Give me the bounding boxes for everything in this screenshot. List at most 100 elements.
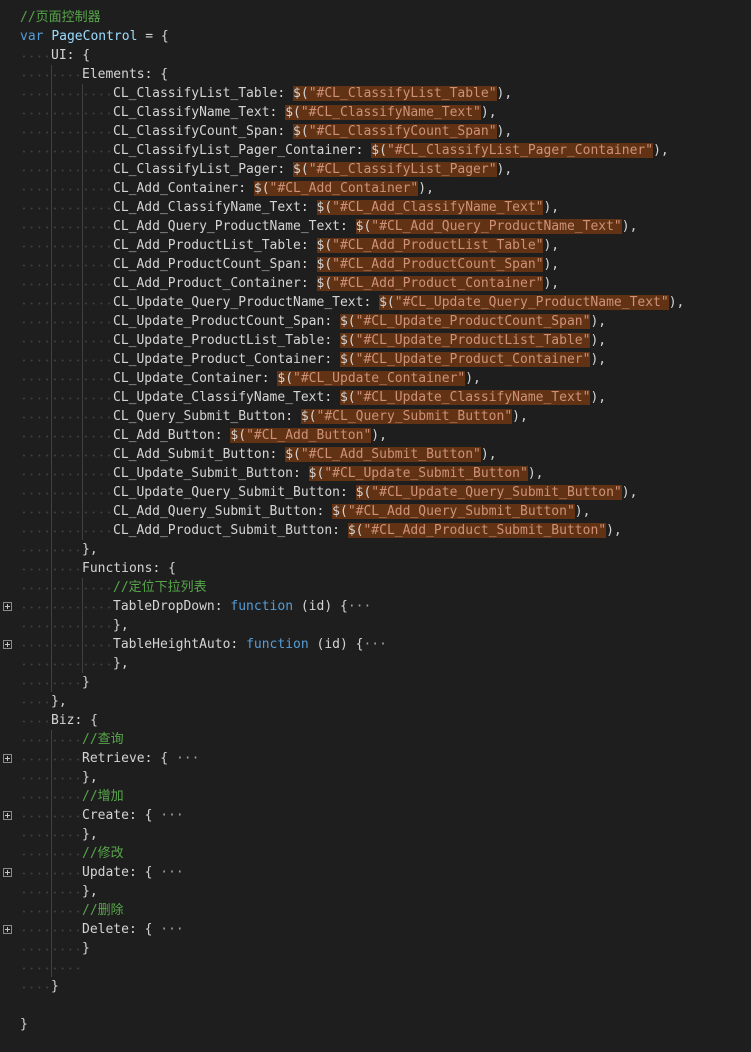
code-punctuation: :	[277, 86, 294, 101]
code-line[interactable]: }	[0, 977, 751, 996]
code-punctuation: $(	[316, 200, 333, 215]
code-punctuation: $(	[355, 219, 372, 234]
indent-guide	[51, 806, 82, 825]
element-line[interactable]: CL_ClassifyList_Pager_Container: $("#CL_…	[0, 141, 751, 160]
code-line[interactable]: //修改	[0, 844, 751, 863]
element-line[interactable]: CL_ClassifyList_Pager: $("#CL_ClassifyLi…	[0, 160, 751, 179]
code-token: CL_Add_ProductList_Table	[113, 238, 301, 253]
element-line[interactable]: CL_Update_Product_Container: $("#CL_Upda…	[0, 350, 751, 369]
selector-highlight: $("#CL_ClassifyList_Pager_Container"	[371, 143, 654, 158]
indent-guide	[20, 939, 51, 958]
code-token: //页面控制器	[20, 10, 101, 25]
code-line[interactable]: },	[0, 825, 751, 844]
code-token: "#CL_Add_ClassifyName_Text"	[332, 200, 544, 215]
element-line[interactable]: CL_ClassifyName_Text: $("#CL_ClassifyNam…	[0, 103, 751, 122]
indent-guide	[82, 103, 113, 122]
code-line[interactable]: Biz: {	[0, 711, 751, 730]
code-line[interactable]: Elements: {	[0, 65, 751, 84]
selector-highlight: $("#CL_ClassifyList_Pager"	[293, 162, 497, 177]
indent-guide	[20, 521, 51, 540]
selector-highlight: $("#CL_Add_Query_ProductName_Text"	[355, 219, 622, 234]
code-line[interactable]	[0, 996, 751, 1015]
indent-guide	[51, 483, 82, 502]
code-punctuation: ),	[606, 523, 622, 538]
code-line[interactable]: //查询	[0, 730, 751, 749]
code-line[interactable]: Functions: {	[0, 559, 751, 578]
code-token: CL_Add_ProductCount_Span	[113, 257, 301, 272]
element-line[interactable]: CL_Add_ProductCount_Span: $("#CL_Add_Pro…	[0, 255, 751, 274]
indent-guide	[82, 369, 113, 388]
indent-guide	[20, 274, 51, 293]
code-punctuation: ),	[543, 276, 560, 291]
code-token: CL_ClassifyList_Pager_Container	[113, 143, 356, 158]
element-line[interactable]: CL_Update_Container: $("#CL_Update_Conta…	[0, 369, 751, 388]
code-token: },	[51, 694, 67, 709]
indent-guide	[20, 65, 51, 84]
code-punctuation: $(	[355, 485, 372, 500]
code-line[interactable]: },	[0, 540, 751, 559]
code-line[interactable]: var PageControl = {	[0, 27, 751, 46]
code-punctuation: ),	[465, 371, 481, 386]
code-editor[interactable]: //页面控制器 var PageControl = {UI: {Elements:…	[0, 8, 751, 1048]
code-line[interactable]: UI: {	[0, 46, 751, 65]
code-line[interactable]: //页面控制器	[0, 8, 751, 27]
code-punctuation: $(	[300, 409, 317, 424]
code-line[interactable]: },	[0, 882, 751, 901]
indent-guide	[20, 312, 51, 331]
code-token: CL_Update_Submit_Button	[113, 466, 294, 481]
indent-guide	[51, 179, 82, 198]
element-line[interactable]: CL_Add_ProductList_Table: $("#CL_Add_Pro…	[0, 236, 751, 255]
code-token: //修改	[82, 846, 124, 861]
code-line[interactable]: }	[0, 673, 751, 692]
element-line[interactable]: CL_Update_Submit_Button: $("#CL_Update_S…	[0, 464, 751, 483]
code-line[interactable]: Retrieve: { ···	[0, 749, 751, 768]
code-token: {	[160, 561, 176, 576]
element-line[interactable]: CL_Update_ProductList_Table: $("#CL_Upda…	[0, 331, 751, 350]
code-punctuation: ),	[543, 257, 560, 272]
code-line[interactable]: //增加	[0, 787, 751, 806]
element-line[interactable]: CL_Add_Product_Submit_Button: $("#CL_Add…	[0, 521, 751, 540]
element-line[interactable]: CL_Add_Container: $("#CL_Add_Container")…	[0, 179, 751, 198]
code-line[interactable]: //删除	[0, 901, 751, 920]
code-line[interactable]: },	[0, 616, 751, 635]
indent-guide	[20, 46, 51, 65]
indent-guide	[51, 388, 82, 407]
indent-guide	[51, 445, 82, 464]
element-line[interactable]: CL_Add_Query_Submit_Button: $("#CL_Add_Q…	[0, 502, 751, 521]
code-line[interactable]: Create: { ···	[0, 806, 751, 825]
code-token: {	[74, 48, 91, 63]
code-line[interactable]: TableDropDown: function (id) {···	[0, 597, 751, 616]
code-token: Retrieve:	[82, 751, 153, 766]
code-punctuation: $(	[285, 105, 301, 120]
element-line[interactable]: CL_Update_Query_ProductName_Text: $("#CL…	[0, 293, 751, 312]
element-line[interactable]: CL_Update_Query_Submit_Button: $("#CL_Up…	[0, 483, 751, 502]
code-token: },	[82, 884, 98, 899]
code-line[interactable]: }	[0, 939, 751, 958]
code-line[interactable]: },	[0, 768, 751, 787]
code-token: }	[82, 675, 90, 690]
code-line[interactable]: Update: { ···	[0, 863, 751, 882]
element-line[interactable]: CL_ClassifyList_Table: $("#CL_ClassifyLi…	[0, 84, 751, 103]
code-line[interactable]: },	[0, 654, 751, 673]
code-line[interactable]: //定位下拉列表	[0, 578, 751, 597]
code-line[interactable]: }	[0, 1015, 751, 1034]
indent-guide	[20, 787, 51, 806]
element-line[interactable]: CL_Update_ProductCount_Span: $("#CL_Upda…	[0, 312, 751, 331]
indent-guide	[82, 293, 113, 312]
element-line[interactable]: CL_Add_ClassifyName_Text: $("#CL_Add_Cla…	[0, 198, 751, 217]
code-token: {	[136, 808, 153, 823]
selector-highlight: $("#CL_Add_ProductList_Table"	[316, 238, 544, 253]
code-line[interactable]: },	[0, 692, 751, 711]
element-line[interactable]: CL_ClassifyCount_Span: $("#CL_ClassifyCo…	[0, 122, 751, 141]
code-token: (id) {	[308, 637, 364, 652]
code-line[interactable]: TableHeightAuto: function (id) {···	[0, 635, 751, 654]
element-line[interactable]: CL_Update_ClassifyName_Text: $("#CL_Upda…	[0, 388, 751, 407]
code-line[interactable]: Delete: { ···	[0, 920, 751, 939]
code-punctuation: :	[300, 238, 317, 253]
element-line[interactable]: CL_Add_Product_Container: $("#CL_Add_Pro…	[0, 274, 751, 293]
element-line[interactable]: CL_Add_Submit_Button: $("#CL_Add_Submit_…	[0, 445, 751, 464]
code-line[interactable]	[0, 958, 751, 977]
element-line[interactable]: CL_Query_Submit_Button: $("#CL_Query_Sub…	[0, 407, 751, 426]
element-line[interactable]: CL_Add_Button: $("#CL_Add_Button"),	[0, 426, 751, 445]
element-line[interactable]: CL_Add_Query_ProductName_Text: $("#CL_Ad…	[0, 217, 751, 236]
